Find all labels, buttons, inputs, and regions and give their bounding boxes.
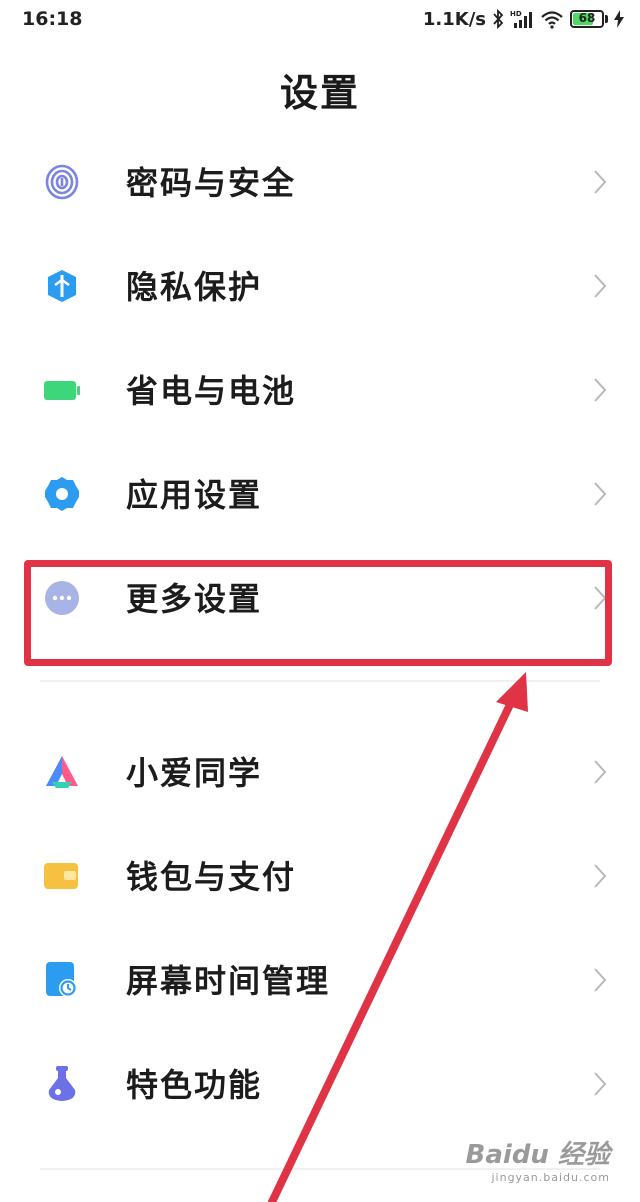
wallet-icon <box>44 863 78 889</box>
settings-item-password-security[interactable]: 密码与安全 <box>0 130 640 234</box>
settings-item-label: 省电与电池 <box>126 372 297 410</box>
chevron-right-icon <box>594 1072 607 1096</box>
section-divider <box>40 680 600 682</box>
watermark-sub: jingyan.baidu.com <box>491 1171 610 1184</box>
battery-icon <box>44 381 80 400</box>
fingerprint-icon <box>45 164 79 200</box>
status-icons: 1.1K/s HD 68 <box>423 6 624 32</box>
wifi-icon <box>541 11 563 29</box>
settings-item-label: 屏幕时间管理 <box>126 962 331 1000</box>
battery-indicator: 68 <box>570 10 604 28</box>
chevron-right-icon <box>594 864 607 888</box>
screen-time-icon <box>46 962 77 997</box>
battery-cap <box>605 15 608 23</box>
chevron-right-icon <box>594 170 607 194</box>
chevron-right-icon <box>594 274 607 298</box>
settings-item-label: 钱包与支付 <box>126 858 297 896</box>
xiaoai-icon <box>46 756 78 788</box>
settings-item-label: 特色功能 <box>126 1066 263 1104</box>
network-speed: 1.1K/s <box>422 8 486 30</box>
settings-item-wallet[interactable]: 钱包与支付 <box>0 824 640 928</box>
settings-item-label: 应用设置 <box>126 476 263 514</box>
charging-icon <box>614 10 624 28</box>
settings-item-label: 密码与安全 <box>126 164 297 202</box>
battery-level: 68 <box>578 11 596 25</box>
watermark: Baidu 经验 jingyan.baidu.com <box>466 1134 610 1184</box>
gear-icon <box>45 477 79 511</box>
chevron-right-icon <box>594 760 607 784</box>
page-title: 设置 <box>279 71 360 115</box>
chevron-right-icon <box>594 482 607 506</box>
bluetooth-icon <box>493 9 504 29</box>
settings-item-label: 小爱同学 <box>126 754 263 792</box>
signal-icon: HD <box>510 10 532 28</box>
svg-text:HD: HD <box>510 10 522 18</box>
chevron-right-icon <box>594 968 607 992</box>
settings-item-label: 隐私保护 <box>126 268 263 306</box>
status-bar: 16:18 1.1K/s HD 68 <box>0 0 640 40</box>
privacy-shield-icon <box>48 270 76 302</box>
settings-item-screen-time[interactable]: 屏幕时间管理 <box>0 928 640 1032</box>
watermark-main: Baidu 经验 <box>465 1140 610 1170</box>
status-time: 16:18 <box>22 8 83 30</box>
settings-item-special-features[interactable]: 特色功能 <box>0 1032 640 1136</box>
chevron-right-icon <box>594 378 607 402</box>
settings-item-privacy[interactable]: 隐私保护 <box>0 234 640 338</box>
settings-item-xiaoai[interactable]: 小爱同学 <box>0 720 640 824</box>
highlight-box <box>24 560 612 666</box>
settings-item-battery[interactable]: 省电与电池 <box>0 338 640 442</box>
settings-item-app-settings[interactable]: 应用设置 <box>0 442 640 546</box>
flask-icon <box>48 1066 76 1101</box>
